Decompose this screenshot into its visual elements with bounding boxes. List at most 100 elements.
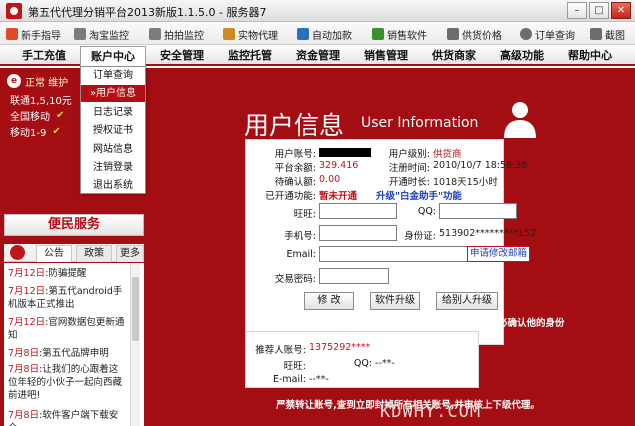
tab-policy[interactable]: 政策 (76, 245, 112, 262)
tab-more[interactable]: 更多 (116, 245, 144, 262)
minimize-button[interactable]: – (567, 2, 587, 19)
qq-input[interactable] (439, 203, 517, 219)
referrer-qq-label: QQ: (353, 358, 372, 369)
reg-time-value: 2010/10/7 18:58:38 (433, 160, 528, 171)
referrer-wangwang-label: 旺旺: (283, 361, 306, 372)
account-value-redacted (319, 148, 371, 157)
news-tabs: 公告 政策 更多 (4, 244, 144, 262)
page-subtitle: User Information (361, 115, 479, 131)
wangwang-label: 旺旺: (293, 209, 316, 220)
nav-advanced[interactable]: 高级功能 (492, 46, 552, 66)
cart-icon (223, 28, 235, 40)
fraud-warning: 防骗警告:陌生人让你修改邮箱、和你远程等,可能是骗子,务必确认他的身份 (249, 318, 565, 329)
qq-label: QQ: (417, 206, 436, 217)
title-bar: 第五代代理分销平台2013新版1.1.5.0 - 服务器7 – □ ✕ (0, 0, 635, 22)
balance-label: 平台余额: (274, 163, 316, 174)
nav-help[interactable]: 帮助中心 (560, 46, 620, 66)
phone-input[interactable] (319, 225, 397, 241)
pending-value: 0.00 (319, 174, 341, 185)
duration-label: 开通时长: (388, 177, 430, 188)
notice-icon (10, 245, 25, 260)
toolbar-paipai-monitor-button[interactable]: 拍拍监控 (149, 26, 204, 42)
menu-auth-certificate[interactable]: 授权证书 (81, 122, 145, 139)
referrer-email-value: --**- (309, 374, 329, 385)
list-item[interactable]: 7月8日:让我们的心跟着这位年轻的小伙子一起向西藏前进吧! (8, 363, 126, 402)
modify-button[interactable]: 修 改 (304, 292, 354, 310)
feature-label: 已开通功能: (265, 191, 316, 202)
menu-log-records[interactable]: 日志记录 (81, 104, 145, 121)
toolbar-order-query-button[interactable]: 订单查询 (520, 26, 575, 42)
phone-label: 手机号: (284, 231, 316, 242)
list-item[interactable]: 7月12日:官网数据包更新通知 (8, 316, 126, 342)
news-scrollbar[interactable] (130, 263, 140, 426)
level-label: 用户级别: (388, 149, 430, 160)
status-line: 全国移动 ✔ (10, 110, 65, 123)
list-item[interactable]: 7月8日:软件客户端下载安全 (8, 409, 126, 426)
scrollbar-thumb[interactable] (132, 277, 139, 341)
nav-monitor-hosting[interactable]: 监控托管 (220, 46, 280, 66)
software-icon (372, 28, 384, 40)
window-controls: – □ ✕ (567, 2, 631, 19)
toolbar-physical-agent-button[interactable]: 实物代理 (223, 26, 278, 42)
news-list: 7月12日:防骗提醒 7月12日:第五代android手机版本正式推出 7月12… (4, 263, 144, 426)
referrer-box: 推荐人账号: 1375292**** 旺旺: QQ: --**- E-mail:… (245, 331, 479, 388)
tab-announcement[interactable]: 公告 (36, 245, 72, 262)
toolbar-auto-deposit-button[interactable]: 自动加款 (297, 26, 352, 42)
guide-icon (6, 28, 18, 40)
software-upgrade-button[interactable]: 软件升级 (370, 292, 420, 310)
change-email-button[interactable]: 申请修改邮箱 (467, 246, 531, 262)
referrer-qq-value: --**- (375, 358, 395, 369)
nav-manual-recharge[interactable]: 手工充值 (14, 46, 74, 66)
duration-value: 1018天15小时 (433, 177, 498, 188)
list-item[interactable]: 7月12日:防骗提醒 (8, 267, 126, 280)
toolbar-screenshot-button[interactable]: 截图 (590, 26, 625, 42)
status-line: 联通1,5,10元 (10, 96, 72, 107)
list-item[interactable]: 7月8日:第五代品牌申明 (8, 347, 126, 360)
toolbar-sell-software-button[interactable]: 销售软件 (372, 26, 427, 42)
maximize-button[interactable]: □ (589, 2, 609, 19)
tx-password-label: 交易密码: (274, 274, 316, 285)
email-label: Email: (286, 249, 316, 260)
list-item[interactable]: 7月12日:第五代android手机版本正式推出 (8, 285, 126, 311)
wangwang-input[interactable] (319, 203, 397, 219)
toolbar-guide-button[interactable]: 新手指导 (6, 26, 61, 42)
user-info-content: 用户信息 User Information 用户账号: 用户级别: 供货商 平台… (150, 68, 635, 426)
menu-site-info[interactable]: 网站信息 (81, 141, 145, 158)
nav-sales[interactable]: 销售管理 (356, 46, 416, 66)
menu-logout[interactable]: 注销登录 (81, 159, 145, 176)
pending-label: 待确认额: (274, 177, 316, 188)
nav-funds[interactable]: 资金管理 (288, 46, 348, 66)
referrer-email-label: E-mail: (273, 374, 306, 385)
price-icon (447, 28, 459, 40)
service-title: 便民服务 (4, 214, 144, 236)
toolbar-taobao-monitor-button[interactable]: 淘宝监控 (74, 26, 129, 42)
close-button[interactable]: ✕ (611, 2, 631, 19)
referrer-account-value: 1375292**** (309, 342, 371, 353)
menu-user-info[interactable]: »用户信息 (81, 85, 145, 102)
taobao-arrow-icon (74, 28, 86, 40)
screenshot-icon (590, 28, 602, 40)
upgrade-others-button[interactable]: 给别人升级 (436, 292, 498, 310)
feature-value: 暂未开通 (319, 191, 358, 202)
check-icon: ✔ (52, 126, 61, 137)
email-input[interactable] (319, 246, 469, 262)
id-label: 身份证: (404, 231, 436, 242)
nav-security[interactable]: 安全管理 (152, 46, 212, 66)
menu-exit[interactable]: 退出系统 (81, 177, 145, 194)
nav-suppliers[interactable]: 供货商家 (424, 46, 484, 66)
status-e-icon: e (7, 74, 21, 88)
user-silhouette-icon (504, 102, 536, 138)
menu-order-query[interactable]: 订单查询 (81, 67, 145, 84)
reg-time-label: 注册时间: (388, 163, 430, 174)
search-icon (520, 28, 532, 40)
upgrade-link[interactable]: 升级"白金助手"功能 (376, 188, 462, 202)
toolbar-supply-price-button[interactable]: 供货价格 (447, 26, 502, 42)
tx-password-input[interactable] (319, 268, 389, 284)
window-title: 第五代代理分销平台2013新版1.1.5.0 - 服务器7 (28, 6, 267, 19)
watermark: KDWHY.COM (380, 402, 482, 422)
auto-deposit-icon (297, 28, 309, 40)
nav-account-center[interactable]: 账户中心 (80, 46, 146, 66)
account-label: 用户账号: (274, 149, 316, 160)
toolbar: 新手指导 淘宝监控 拍拍监控 实物代理 自动加款 销售软件 供货价格 订单查询 … (0, 22, 635, 45)
status-header: e 正常 维护 (7, 73, 68, 89)
